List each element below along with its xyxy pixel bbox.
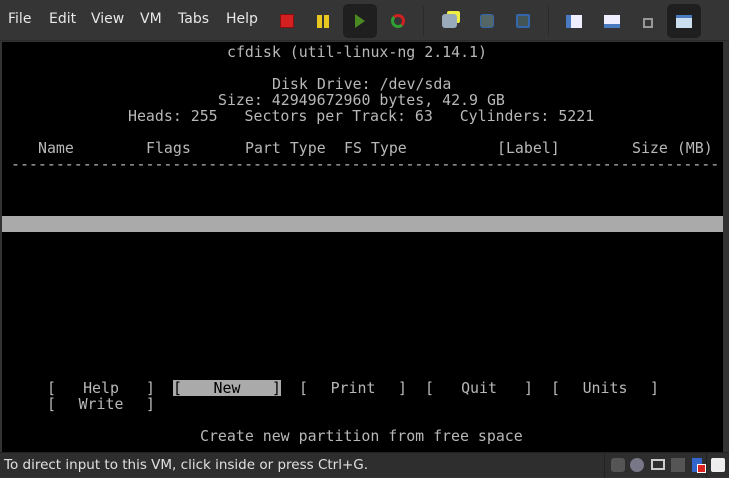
cd-dvd-icon[interactable] <box>630 458 644 472</box>
help-button[interactable]: Help <box>47 380 155 396</box>
reset-icon <box>391 14 405 28</box>
new-button[interactable]: New <box>173 380 281 396</box>
print-button[interactable]: Print <box>299 380 407 396</box>
disk-geometry: Heads: 255 Sectors per Track: 63 Cylinde… <box>128 107 595 125</box>
header-size: Size (MB) <box>632 139 713 157</box>
disk-size: Size: 42949672960 bytes, 42.9 GB <box>218 91 505 109</box>
header-part-type: Part Type <box>245 139 326 157</box>
snapshot-icon <box>441 14 457 28</box>
sidebar-view-icon <box>566 14 582 28</box>
row-part-type: Pri/Log <box>254 171 317 189</box>
display-icon[interactable] <box>651 459 665 470</box>
header-flags: Flags <box>146 139 191 157</box>
snapshot-button[interactable] <box>432 4 466 38</box>
menu-tabs[interactable]: Tabs <box>178 11 209 27</box>
sidebar-view-button[interactable] <box>557 4 591 38</box>
play-button[interactable] <box>343 4 377 38</box>
status-bar: To direct input to this VM, click inside… <box>0 452 729 478</box>
power-off-icon <box>280 14 294 28</box>
quit-button[interactable]: Quit <box>425 380 533 396</box>
play-icon <box>355 14 365 28</box>
selected-partition-highlight <box>2 216 723 232</box>
header-divider: ----------------------------------------… <box>11 155 720 173</box>
power-off-button[interactable] <box>270 4 304 38</box>
revert-snapshot-button[interactable] <box>470 4 504 38</box>
menu-bar: File Edit View VM Tabs Help <box>0 0 729 41</box>
header-fs-type: FS Type <box>344 139 407 157</box>
hard-disk-icon[interactable] <box>611 458 625 472</box>
status-text: To direct input to this VM, click inside… <box>4 457 369 473</box>
menu-view[interactable]: View <box>91 11 124 27</box>
thumbnail-bar-button[interactable] <box>595 4 629 38</box>
snapshot-manager-icon <box>516 14 530 28</box>
fullscreen-button[interactable] <box>631 4 665 38</box>
app-title: cfdisk (util-linux-ng 2.14.1) <box>227 43 487 61</box>
message-log-icon[interactable] <box>711 458 725 472</box>
menu-file[interactable]: File <box>8 11 31 27</box>
thumbnail-bar-icon <box>604 14 620 28</box>
reset-button[interactable] <box>381 4 415 38</box>
menu-vm[interactable]: VM <box>140 11 162 27</box>
help-message: Create new partition from free space <box>200 427 523 445</box>
vm-console[interactable]: cfdisk (util-linux-ng 2.14.1) Disk Drive… <box>2 42 723 452</box>
unity-button[interactable] <box>667 4 701 38</box>
header-label: [Label] <box>497 139 560 157</box>
units-button[interactable]: Units <box>551 380 659 396</box>
row-fs-type: Free Space <box>344 171 434 189</box>
menu-edit[interactable]: Edit <box>49 11 76 27</box>
revert-snapshot-icon <box>480 14 494 28</box>
disk-drive: Disk Drive: /dev/sda <box>272 75 452 93</box>
usb-device-icon[interactable] <box>692 458 706 473</box>
network-adapter-icon[interactable] <box>671 458 685 472</box>
pause-icon <box>317 14 329 28</box>
fullscreen-icon <box>643 18 653 28</box>
menu-help[interactable]: Help <box>226 11 258 27</box>
unity-icon <box>676 14 692 28</box>
pause-button[interactable] <box>306 4 340 38</box>
row-size: 42944.19 <box>641 171 713 189</box>
snapshot-manager-button[interactable] <box>506 4 540 38</box>
write-button[interactable]: Write <box>47 396 155 412</box>
header-name: Name <box>38 139 74 157</box>
